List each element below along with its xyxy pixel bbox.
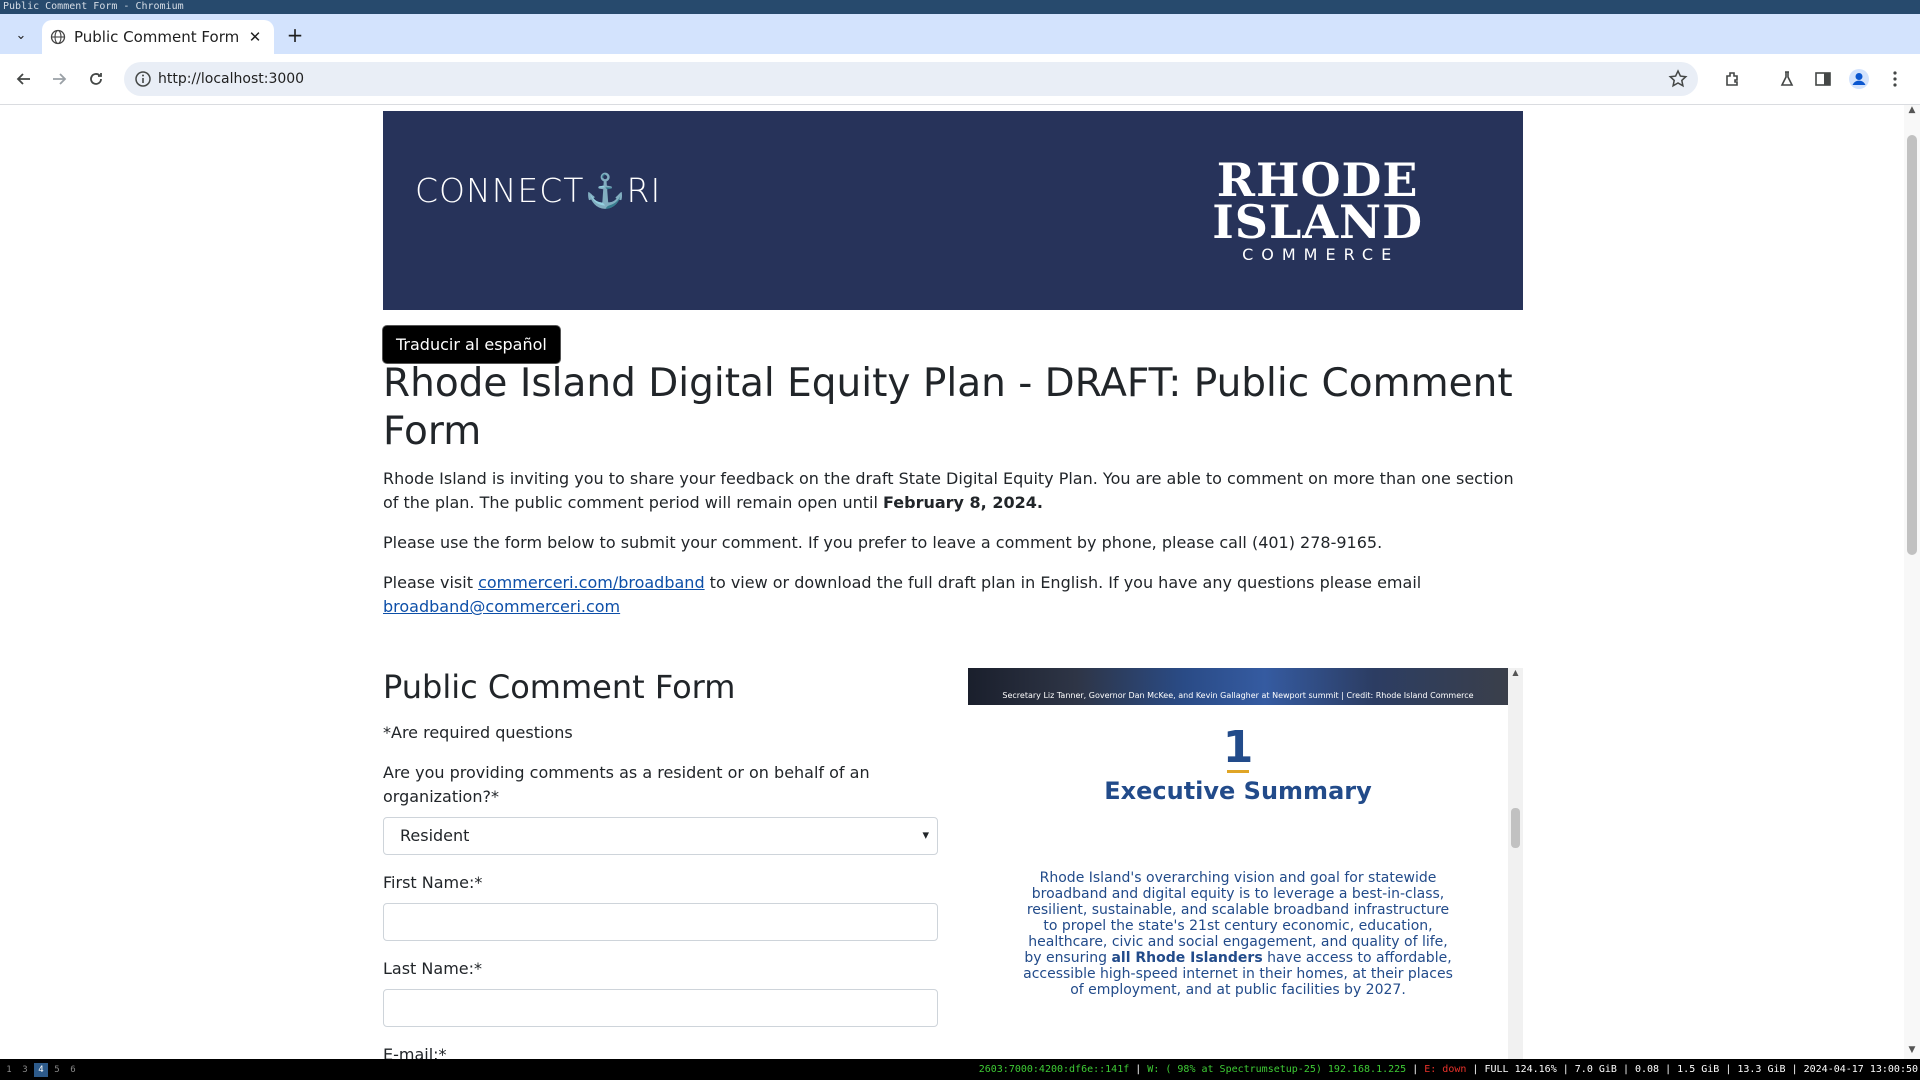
wifi-status: W: ( 98% at Spectrumsetup-25) 192.168.1.… — [1147, 1064, 1407, 1075]
workspace-5[interactable]: 5 — [50, 1063, 64, 1077]
last-name-input[interactable] — [383, 989, 938, 1027]
chevron-down-icon: ▾ — [922, 828, 929, 843]
ri-commerce-logo: RHODE ISLAND COMMERCE — [1212, 153, 1423, 264]
email-label: E-mail:* — [383, 1045, 447, 1059]
connectri-logo: CONNECT⚓RI — [415, 171, 662, 210]
first-name-input[interactable] — [383, 903, 938, 941]
preview-scrollbar-thumb[interactable] — [1511, 808, 1520, 848]
scroll-up-arrow-icon[interactable]: ▲ — [1508, 668, 1523, 680]
intro-paragraph-1: Rhode Island is inviting you to share yo… — [383, 469, 1514, 512]
back-icon[interactable] — [12, 67, 36, 91]
last-name-label: Last Name:* — [383, 959, 483, 978]
section-number: 1 — [1222, 722, 1254, 773]
section-title: Executive Summary — [1104, 777, 1372, 805]
comment-form: Public Comment Form *Are required questi… — [383, 667, 938, 1059]
page-scrollbar-thumb[interactable] — [1907, 135, 1917, 555]
globe-icon — [50, 29, 66, 45]
extensions-icon[interactable] — [1721, 67, 1745, 91]
new-tab-icon[interactable]: + — [284, 24, 306, 46]
respondent-type-label: Are you providing comments as a resident… — [383, 763, 870, 806]
close-tab-icon[interactable]: ✕ — [246, 28, 264, 46]
status-info: 2603:7000:4200:df6e::141f | W: ( 98% at … — [978, 1064, 1918, 1075]
translate-spanish-button[interactable]: Traducir al español — [383, 326, 560, 363]
side-panel-icon[interactable] — [1811, 67, 1835, 91]
os-window-title: Public Comment Form - Chromium — [0, 0, 1920, 14]
scroll-down-arrow-icon[interactable]: ▼ — [1904, 1045, 1920, 1059]
broadband-email-link[interactable]: broadband@commerceri.com — [383, 597, 620, 616]
labs-flask-icon[interactable] — [1775, 67, 1799, 91]
tab-title: Public Comment Form — [74, 28, 240, 46]
address-bar[interactable]: http://localhost:3000 — [124, 62, 1698, 96]
first-name-label: First Name:* — [383, 873, 483, 892]
required-note: *Are required questions — [383, 723, 573, 742]
tab-search-button[interactable]: ⌄ — [8, 22, 34, 48]
photo-caption: Secretary Liz Tanner, Governor Dan McKee… — [1002, 691, 1474, 700]
memory-status: 7.0 GiB — [1574, 1064, 1617, 1075]
browser-menu-icon[interactable] — [1883, 67, 1907, 91]
section-body: Rhode Island's overarching vision and go… — [1023, 870, 1453, 998]
workspace-6[interactable]: 6 — [66, 1063, 80, 1077]
battery-status: FULL 124.16% — [1484, 1064, 1557, 1075]
forward-icon[interactable] — [47, 67, 71, 91]
form-heading: Public Comment Form — [383, 668, 736, 706]
browser-tab-strip: ⌄ Public Comment Form ✕ + — [0, 14, 1920, 54]
bookmark-star-icon[interactable] — [1668, 69, 1688, 89]
scroll-up-arrow-icon[interactable]: ▲ — [1904, 105, 1920, 119]
browser-tab[interactable]: Public Comment Form ✕ — [42, 20, 274, 54]
broadband-plan-link[interactable]: commerceri.com/broadband — [478, 573, 705, 592]
page-title: Rhode Island Digital Equity Plan - DRAFT… — [383, 361, 1513, 454]
browser-toolbar: http://localhost:3000 — [0, 54, 1920, 105]
ipv6-status: 2603:7000:4200:df6e::141f — [978, 1064, 1130, 1075]
profile-avatar-icon[interactable] — [1847, 67, 1871, 91]
disk-status: 13.3 GiB — [1737, 1064, 1786, 1075]
reload-icon[interactable] — [84, 67, 108, 91]
respondent-type-select[interactable]: Resident ▾ — [383, 817, 938, 855]
workspace-4-active[interactable]: 4 — [34, 1063, 48, 1077]
header-banner: CONNECT⚓RI RHODE ISLAND COMMERCE — [383, 111, 1523, 310]
clock: 2024-04-17 13:00:50 — [1803, 1064, 1918, 1075]
swap-status: 1.5 GiB — [1677, 1064, 1720, 1075]
plan-preview-frame[interactable]: Secretary Liz Tanner, Governor Dan McKee… — [968, 668, 1523, 1059]
ethernet-status: E: down — [1424, 1064, 1467, 1075]
section-number-underline — [1227, 770, 1249, 773]
page-scrollbar[interactable]: ▲ ▼ — [1904, 105, 1920, 1059]
intro-paragraph-2: Please use the form below to submit your… — [383, 533, 1383, 552]
site-info-icon[interactable] — [134, 70, 152, 88]
load-status: 0.08 — [1635, 1064, 1660, 1075]
workspace-1[interactable]: 1 — [2, 1063, 16, 1077]
intro-paragraph-3: Please visit commerceri.com/broadband to… — [383, 573, 1422, 616]
respondent-type-value: Resident — [400, 826, 470, 845]
chevron-down-icon: ⌄ — [15, 27, 27, 43]
system-status-bar: 1 3 4 5 6 2603:7000:4200:df6e::141f | W:… — [0, 1059, 1920, 1080]
url-text: http://localhost:3000 — [158, 71, 305, 87]
workspace-3[interactable]: 3 — [18, 1063, 32, 1077]
page-viewport: CONNECT⚓RI RHODE ISLAND COMMERCE Traduci… — [0, 105, 1904, 1059]
preview-scrollbar[interactable]: ▲ — [1508, 668, 1523, 1059]
